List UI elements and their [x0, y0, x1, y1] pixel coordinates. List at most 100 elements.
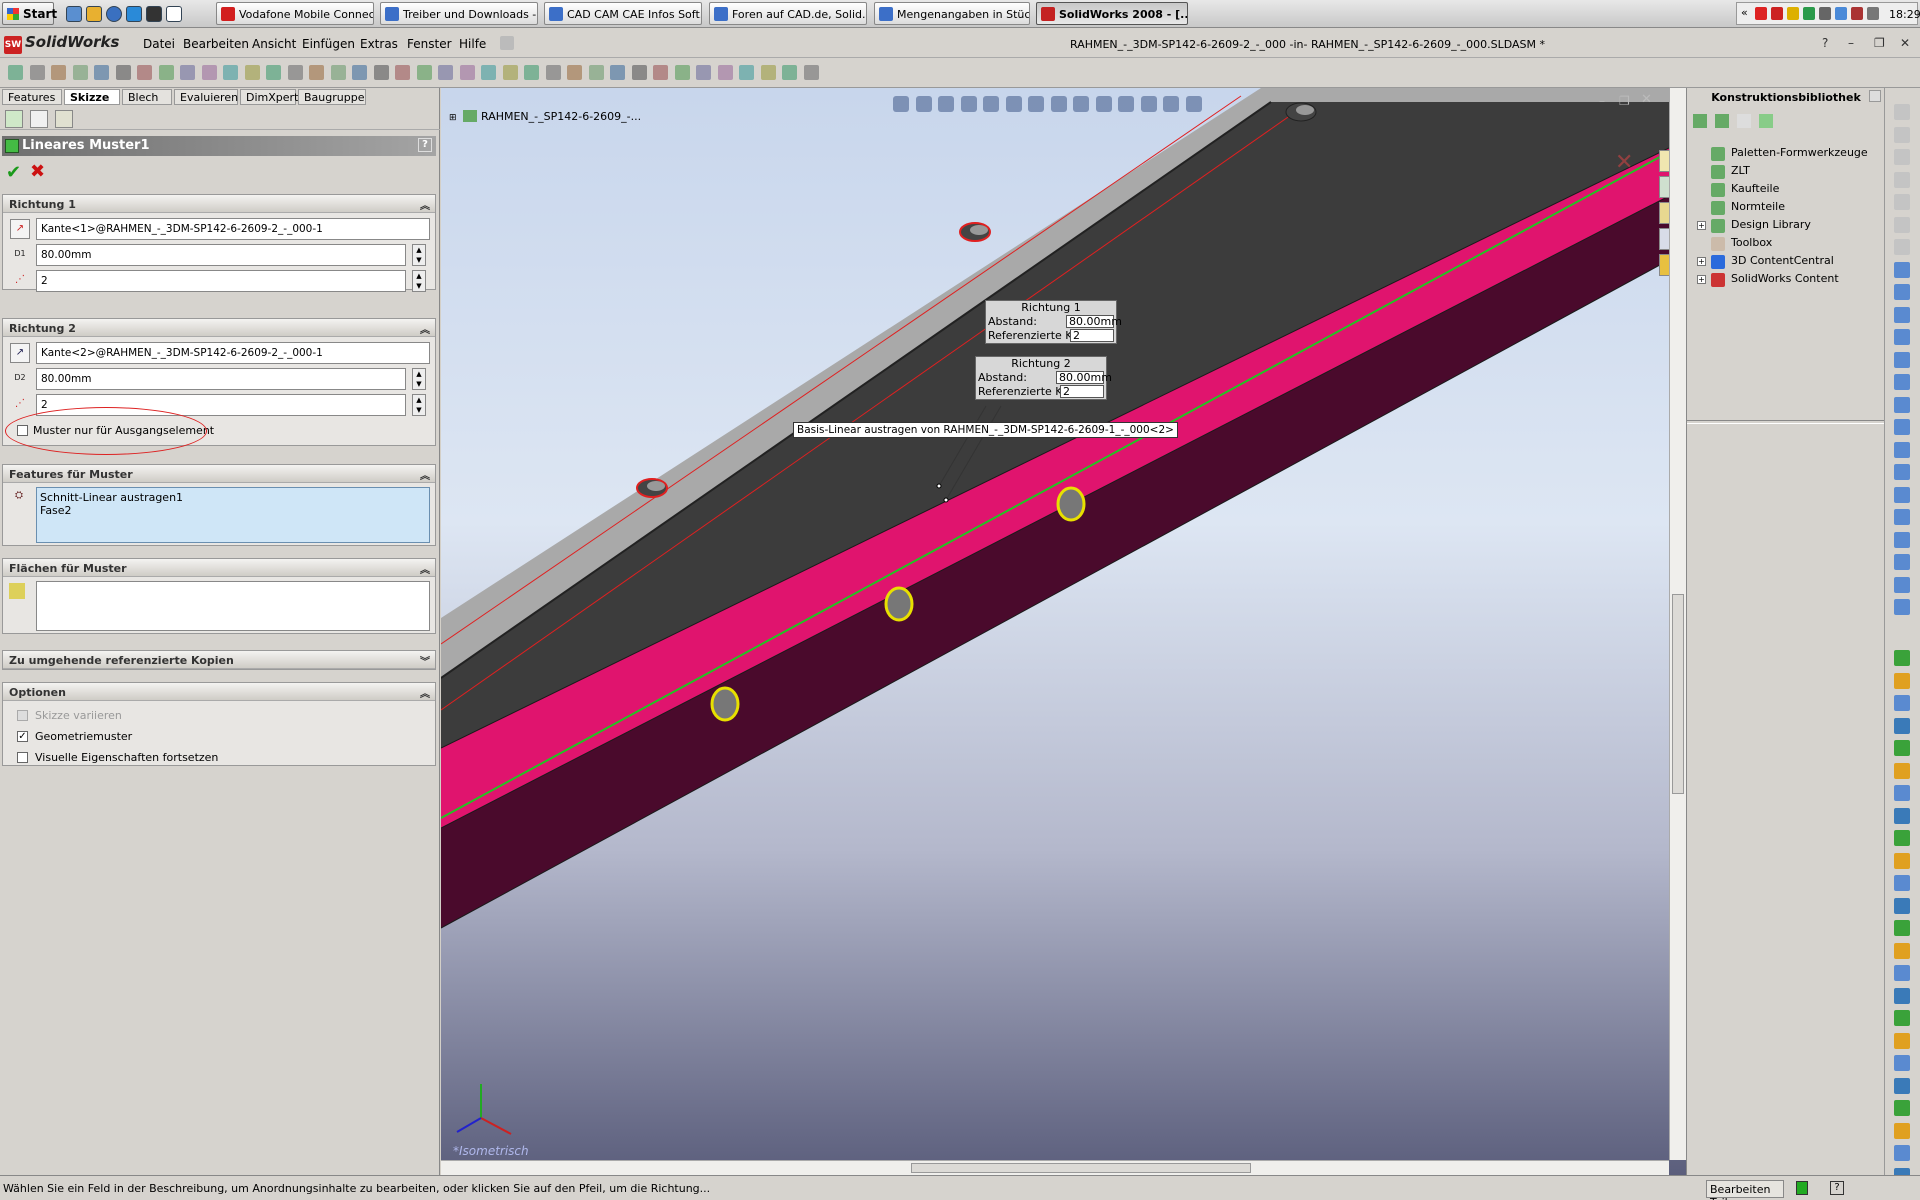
view-tool-icon[interactable]: [938, 96, 954, 112]
toolbar-tool-icon[interactable]: [352, 65, 367, 80]
toolbar-tool-icon[interactable]: [266, 65, 281, 80]
library-item[interactable]: Paletten-Formwerkzeuge: [1697, 146, 1868, 162]
skip-instances-group[interactable]: Zu umgehende referenzierte Kopien ︾: [2, 650, 436, 670]
toolbar-tool-icon[interactable]: [1894, 920, 1910, 936]
tray-icon[interactable]: [1771, 7, 1783, 20]
callout-copies-field[interactable]: 2: [1060, 385, 1104, 398]
collapse-icon[interactable]: ︽: [420, 685, 430, 700]
taskbar-window-button[interactable]: Mengenangaben in Stück...: [874, 2, 1030, 25]
toolbar-tool-icon[interactable]: [1894, 396, 1910, 413]
richtung2-header[interactable]: Richtung 2 ︽: [3, 319, 435, 337]
list-item[interactable]: Schnitt-Linear austragen1: [40, 491, 426, 504]
richtung1-edge-field[interactable]: Kante<1>@RAHMEN_-_3DM-SP142-6-2609-2_-_0…: [36, 218, 430, 240]
toolbar-tool-icon[interactable]: [330, 65, 346, 80]
toolbar-tool-icon[interactable]: [1894, 554, 1910, 570]
toolbar-tool-icon[interactable]: [1894, 239, 1910, 255]
tray-icon[interactable]: [1755, 7, 1767, 20]
view-tool-icon[interactable]: [1118, 96, 1134, 112]
library-item[interactable]: +3D ContentCentral: [1697, 254, 1834, 270]
tab-evaluieren[interactable]: Evaluieren: [174, 89, 238, 105]
tab-dimxpert[interactable]: DimXpert: [240, 89, 298, 105]
rebuild-icon[interactable]: [1796, 1181, 1808, 1195]
menu-item[interactable]: Fenster: [407, 37, 452, 51]
pin-icon[interactable]: [500, 36, 514, 50]
internet-explorer-icon[interactable]: [126, 6, 142, 22]
collapse-icon[interactable]: ︽: [420, 467, 430, 482]
toolbar-tool-icon[interactable]: [782, 65, 797, 80]
taskbar-window-button[interactable]: Vodafone Mobile Connect: [216, 2, 374, 25]
toolbar-tool-icon[interactable]: [1894, 1077, 1910, 1094]
distance-spinner[interactable]: ▲ ▼: [412, 368, 426, 390]
scrollbar-thumb[interactable]: [911, 1163, 1251, 1173]
toolbar-tool-icon[interactable]: [1894, 830, 1910, 846]
collapse-icon[interactable]: ︽: [420, 321, 430, 336]
toolbar-tool-icon[interactable]: [1894, 942, 1910, 959]
configurationmanager-icon[interactable]: [55, 110, 73, 128]
toolbar-tool-icon[interactable]: [1894, 351, 1910, 368]
toolbar-tool-icon[interactable]: [1894, 650, 1910, 666]
tab-features[interactable]: Features: [2, 89, 62, 105]
scrollbar-thumb[interactable]: [1672, 594, 1684, 794]
toolbar-tool-icon[interactable]: [567, 65, 582, 80]
expand-icon[interactable]: +: [1697, 275, 1706, 284]
library-item[interactable]: + Design Library: [1697, 218, 1811, 234]
add-file-location-icon[interactable]: [1715, 114, 1729, 128]
restore-icon[interactable]: ❐: [1874, 36, 1885, 50]
toolbar-tool-icon[interactable]: [223, 65, 238, 80]
toolbar-tool-icon[interactable]: [1894, 695, 1910, 711]
menu-item[interactable]: Bearbeiten: [183, 37, 249, 51]
toolbar-tool-icon[interactable]: [1894, 104, 1910, 120]
toolbar-tool-icon[interactable]: [739, 65, 754, 80]
toolbar-tool-icon[interactable]: [1894, 374, 1910, 390]
toolbar-tool-icon[interactable]: [1894, 740, 1910, 756]
reverse-direction-icon[interactable]: ↗: [10, 219, 30, 239]
toolbar-tool-icon[interactable]: [1894, 486, 1910, 503]
toolbar-tool-icon[interactable]: [1894, 852, 1910, 869]
options-header[interactable]: Optionen ︽: [3, 683, 435, 701]
ok-button[interactable]: ✔: [6, 162, 21, 183]
toolbar-tool-icon[interactable]: [1894, 306, 1910, 323]
expand-icon[interactable]: ︾: [420, 653, 430, 668]
faces-header[interactable]: Flächen für Muster ︽: [3, 559, 435, 577]
features-list[interactable]: Schnitt-Linear austragen1 Fase2: [36, 487, 430, 543]
menu-item[interactable]: Ansicht: [252, 37, 296, 51]
propagate-visual-checkbox[interactable]: [17, 752, 28, 763]
toolbar-tool-icon[interactable]: [1894, 329, 1910, 345]
toolbar-tool-icon[interactable]: [438, 65, 453, 80]
toolbar-tool-icon[interactable]: [1894, 149, 1910, 165]
viewport-restore-icon[interactable]: ❐: [1619, 94, 1630, 108]
expand-icon[interactable]: +: [1697, 257, 1706, 266]
richtung2-callout[interactable]: Richtung 2 Abstand: 80.00mm Referenzierte…: [975, 356, 1112, 400]
richtung2-distance-field[interactable]: 80.00mm: [36, 368, 406, 390]
toolbar-tool-icon[interactable]: [653, 65, 668, 80]
taskbar-window-button[interactable]: Foren auf CAD.de, Solid...: [709, 2, 867, 25]
flyout-tree-item[interactable]: ⊞ RAHMEN_-_SP142-6-2609_-...: [449, 110, 641, 123]
close-icon[interactable]: ✕: [1900, 36, 1910, 50]
pattern-hole[interactable]: [884, 586, 914, 622]
toolbar-tool-icon[interactable]: [1894, 599, 1910, 615]
toolbar-tool-icon[interactable]: [1894, 1032, 1910, 1049]
graphics-viewport[interactable]: ⊞ RAHMEN_-_SP142-6-2609_-... Richtung 1 A…: [441, 88, 1686, 1175]
faces-list[interactable]: [36, 581, 430, 631]
menu-item[interactable]: Datei: [143, 37, 175, 51]
show-desktop-icon[interactable]: [166, 6, 182, 22]
toolbar-tool-icon[interactable]: [803, 65, 819, 80]
toolbar-tool-icon[interactable]: [1894, 1055, 1910, 1071]
toolbar-tool-icon[interactable]: [94, 65, 109, 80]
add-to-library-icon[interactable]: [1693, 114, 1707, 128]
toolbar-tool-icon[interactable]: [1894, 261, 1910, 278]
toolbar-tool-icon[interactable]: [631, 65, 647, 80]
callout-distance-field[interactable]: 80.00mm: [1056, 371, 1112, 384]
toolbar-tool-icon[interactable]: [115, 65, 131, 80]
confirm-cancel-icon[interactable]: ✕: [1615, 150, 1633, 175]
callout-copies-field[interactable]: 2: [1070, 329, 1114, 342]
cancel-button[interactable]: ✖: [30, 161, 45, 182]
library-item[interactable]: ZLT: [1697, 164, 1750, 180]
vertical-scrollbar[interactable]: [1669, 88, 1686, 1160]
toolbar-tool-icon[interactable]: [158, 65, 174, 80]
view-tool-icon[interactable]: [983, 96, 999, 112]
toolbar-tool-icon[interactable]: [373, 65, 389, 80]
view-tool-icon[interactable]: [1095, 96, 1112, 112]
toolbar-tool-icon[interactable]: [287, 65, 303, 80]
view-tool-icon[interactable]: [1073, 96, 1089, 112]
